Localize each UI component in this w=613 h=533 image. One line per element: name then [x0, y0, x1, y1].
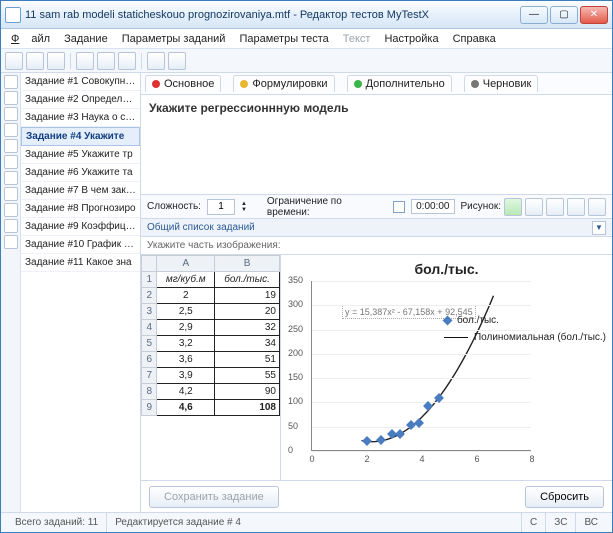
pic-copy-icon[interactable]	[546, 198, 564, 216]
difficulty-input[interactable]	[207, 199, 235, 215]
tab-extra[interactable]: Дополнительно	[347, 75, 452, 92]
status-bc: ВС	[576, 513, 606, 532]
tool-cut-icon[interactable]	[76, 52, 94, 70]
picture-label: Рисунок:	[461, 201, 502, 212]
toolbar	[1, 49, 612, 73]
task-row[interactable]: Задание #1 Совокупность	[21, 73, 140, 91]
task-row[interactable]: Задание #6 Укажите та	[21, 164, 140, 182]
type-icon[interactable]	[4, 123, 18, 137]
timelimit-checkbox[interactable]	[393, 201, 405, 213]
difficulty-label: Сложность:	[147, 201, 201, 212]
type-toolbar	[1, 73, 21, 512]
minimize-button[interactable]: —	[520, 6, 548, 24]
tool-copy-icon[interactable]	[97, 52, 115, 70]
menubar: ФФайлайл Задание Параметры заданий Парам…	[1, 29, 612, 49]
task-row[interactable]: Задание #2 Определите	[21, 91, 140, 109]
status-total: Всего заданий: 11	[7, 513, 107, 532]
legend-marker-icon	[443, 316, 453, 326]
menu-settings[interactable]: Настройка	[378, 31, 444, 47]
menu-task[interactable]: Задание	[58, 31, 114, 47]
timelimit-label: Ограничение по времени:	[267, 196, 387, 218]
task-row[interactable]: Задание #8 Прогнозиро	[21, 200, 140, 218]
dropdown-icon[interactable]: ▼	[592, 221, 606, 235]
tab-main[interactable]: Основное	[145, 75, 221, 92]
question-editor[interactable]: Укажите регрессионнную модель	[141, 95, 612, 195]
type-icon[interactable]	[4, 203, 18, 217]
pic-paste-icon[interactable]	[567, 198, 585, 216]
status-zc: ЗС	[546, 513, 576, 532]
tool-redo-icon[interactable]	[168, 52, 186, 70]
time-value[interactable]: 0:00:00	[411, 199, 454, 214]
image-region-label: Укажите часть изображения:	[141, 237, 612, 255]
app-icon	[5, 7, 21, 23]
tool-open-icon[interactable]	[26, 52, 44, 70]
type-icon[interactable]	[4, 139, 18, 153]
titlebar: 11 sam rab modeli staticheskouo prognozi…	[1, 1, 612, 29]
spreadsheet[interactable]: AB1мг/куб.мбол./тыс.221932,52042,93253,2…	[141, 255, 281, 480]
spin-down-icon[interactable]: ▼	[241, 207, 247, 213]
tab-draft[interactable]: Черновик	[464, 75, 539, 92]
menu-help[interactable]: Справка	[447, 31, 502, 47]
type-icon[interactable]	[4, 75, 18, 89]
menu-text: Текст	[337, 31, 377, 47]
close-button[interactable]: ✕	[580, 6, 608, 24]
type-icon[interactable]	[4, 91, 18, 105]
task-row[interactable]: Задание #3 Наука о сбор	[21, 109, 140, 127]
menu-taskparams[interactable]: Параметры заданий	[116, 31, 232, 47]
status-editing: Редактируется задание # 4	[107, 513, 522, 532]
button-row: Сохранить задание Сбросить	[141, 480, 612, 512]
type-icon[interactable]	[4, 171, 18, 185]
tab-phrasing[interactable]: Формулировки	[233, 75, 334, 92]
editor-tabs: Основное Формулировки Дополнительно Черн…	[141, 73, 612, 95]
task-row[interactable]: Задание #4 Укажите	[21, 127, 140, 146]
pic-open-icon[interactable]	[504, 198, 522, 216]
legend-line-icon	[444, 337, 468, 338]
section-header[interactable]: Общий список заданий ▼	[141, 219, 612, 237]
type-icon[interactable]	[4, 235, 18, 249]
window-title: 11 sam rab modeli staticheskouo prognozi…	[25, 9, 520, 21]
type-icon[interactable]	[4, 187, 18, 201]
param-row: Сложность: ▲ ▼ Ограничение по времени: 0…	[141, 195, 612, 219]
tool-paste-icon[interactable]	[118, 52, 136, 70]
task-row[interactable]: Задание #5 Укажите тр	[21, 146, 140, 164]
task-row[interactable]: Задание #11 Какое зна	[21, 254, 140, 272]
task-row[interactable]: Задание #10 График рег	[21, 236, 140, 254]
pic-camera-icon[interactable]	[525, 198, 543, 216]
reset-button[interactable]: Сбросить	[525, 486, 604, 508]
status-c: С	[522, 513, 546, 532]
tool-undo-icon[interactable]	[147, 52, 165, 70]
type-icon[interactable]	[4, 219, 18, 233]
tool-save-icon[interactable]	[47, 52, 65, 70]
task-row[interactable]: Задание #7 В чем заклю	[21, 182, 140, 200]
tool-new-icon[interactable]	[5, 52, 23, 70]
save-button[interactable]: Сохранить задание	[149, 486, 279, 508]
task-list[interactable]: Задание #1 СовокупностьЗадание #2 Опреде…	[21, 73, 141, 512]
maximize-button[interactable]: ▢	[550, 6, 578, 24]
menu-file[interactable]: ФФайлайл	[5, 31, 56, 47]
type-icon[interactable]	[4, 107, 18, 121]
type-icon[interactable]	[4, 155, 18, 169]
task-row[interactable]: Задание #9 Коэффицие	[21, 218, 140, 236]
menu-testparams[interactable]: Параметры теста	[233, 31, 334, 47]
chart: бол./тыс. y = 15,387x² - 67,158x + 92,54…	[281, 255, 612, 480]
chart-legend: бол./тыс. Полиномиальная (бол./тыс.)	[444, 315, 606, 349]
pic-delete-icon[interactable]	[588, 198, 606, 216]
statusbar: Всего заданий: 11 Редактируется задание …	[1, 512, 612, 532]
chart-title: бол./тыс.	[285, 261, 608, 277]
